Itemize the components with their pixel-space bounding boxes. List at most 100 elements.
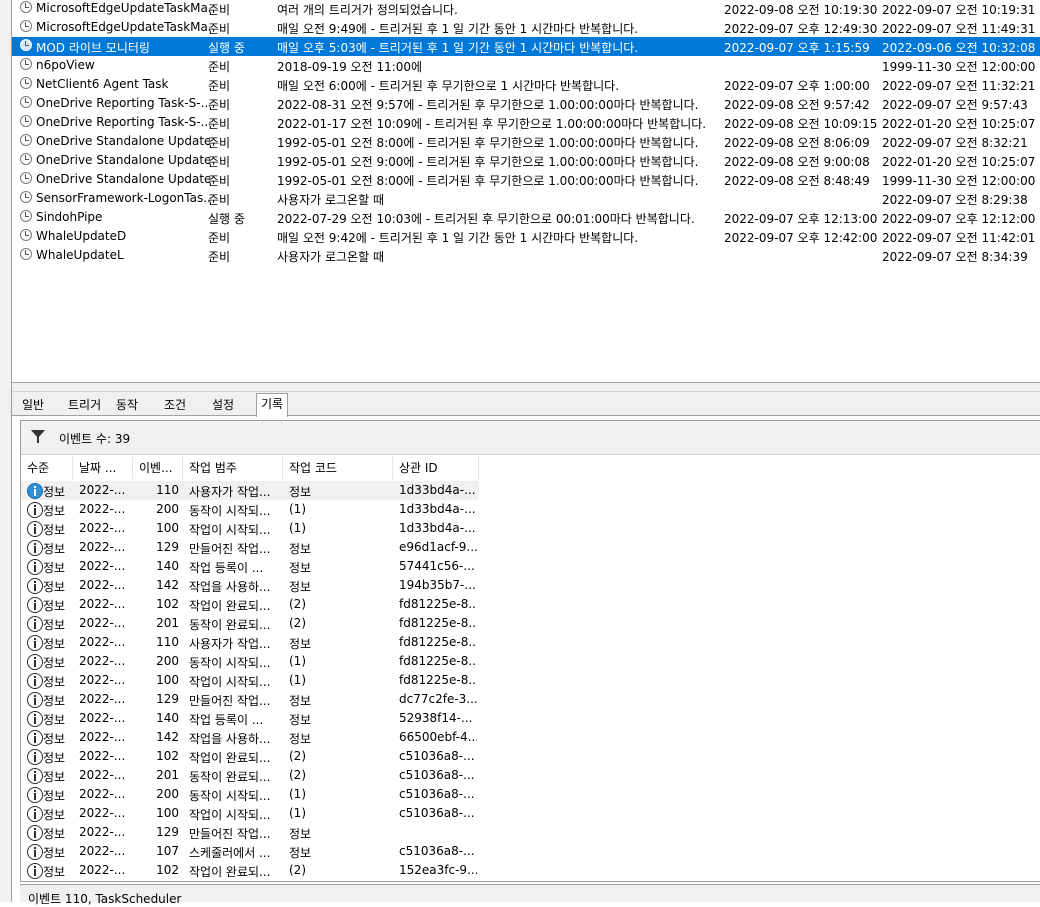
task-next-run: 2022-09-07 오후 12:42:00	[724, 231, 878, 245]
info-icon	[27, 578, 43, 594]
tab-1[interactable]: 트리거	[64, 395, 105, 415]
task-row[interactable]: OneDrive Standalone Update... 준비 1992-05-0…	[12, 170, 1040, 189]
task-last-run: 2022-09-07 오전 8:32:21	[882, 136, 1028, 150]
event-category: 작업이 완료되...	[189, 865, 271, 879]
event-category: 작업이 시작되...	[189, 523, 271, 537]
task-next-run: 2022-09-08 오전 8:48:49	[724, 174, 870, 188]
task-row[interactable]: WhaleUpdateL 준비 사용자가 로그온할 때 2022-09-07 오전 8…	[12, 246, 1040, 265]
table-row[interactable]: 정보 2022-... 200 동작이 시작되... (1) 1d33bd4a-...	[21, 500, 479, 519]
tab-4[interactable]: 설정	[208, 395, 238, 415]
event-level: 정보	[43, 827, 66, 841]
event-opcode: 정보	[289, 542, 312, 556]
task-trigger: 매일 오전 9:42에 - 트리거된 후 1 일 기간 동안 1 시간마다 반복…	[277, 231, 639, 245]
task-clock-icon	[20, 1, 32, 13]
table-row[interactable]: 정보 2022-... 129 만들어진 작업... 정보 e96d1acf-9...	[21, 538, 479, 557]
column-header[interactable]: 상관 ID	[393, 457, 479, 479]
task-trigger: 매일 오후 5:03에 - 트리거된 후 1 일 기간 동안 1 시간마다 반복…	[277, 41, 639, 55]
event-date: 2022-...	[79, 483, 126, 497]
table-row[interactable]: 정보 2022-... 100 작업이 시작되... (1) c51036a8-...	[21, 804, 479, 823]
task-trigger: 1992-05-01 오전 8:00에 - 트리거된 후 무기한으로 1.00:…	[277, 136, 699, 150]
table-row[interactable]: 정보 2022-... 110 사용자가 작업... 정보 1d33bd4a-...	[21, 481, 479, 500]
column-header[interactable]: 작업 범주	[183, 457, 283, 479]
event-opcode: (2)	[289, 768, 306, 782]
event-id: 100	[156, 673, 179, 687]
left-border	[0, 0, 12, 902]
info-icon	[27, 673, 43, 689]
splitter[interactable]	[12, 382, 1040, 392]
column-header[interactable]: 이벤...	[133, 457, 183, 479]
task-last-run: 2022-01-20 오전 10:25:07	[882, 117, 1036, 131]
table-row[interactable]: 정보 2022-... 201 동작이 완료되... (2) c51036a8-...	[21, 766, 479, 785]
event-level: 정보	[43, 789, 66, 803]
table-row[interactable]: 정보 2022-... 102 작업이 완료되... (2) 152ea3fc-9...	[21, 861, 479, 880]
task-row[interactable]: OneDrive Standalone Update... 준비 1992-05-0…	[12, 132, 1040, 151]
task-last-run: 2022-09-07 오전 11:42:01	[882, 231, 1036, 245]
table-row[interactable]: 정보 2022-... 142 작업을 사용하... 정보 194b35b7-...	[21, 576, 479, 595]
table-row[interactable]: 정보 2022-... 140 작업 등록이 ... 정보 57441c56-...	[21, 557, 479, 576]
event-category: 만들어진 작업...	[189, 542, 271, 556]
task-trigger: 여러 개의 트리거가 정의되었습니다.	[277, 3, 458, 17]
event-id: 200	[156, 502, 179, 516]
task-next-run: 2022-09-07 오후 1:00:00	[724, 79, 870, 93]
tab-3[interactable]: 조건	[160, 395, 190, 415]
table-row[interactable]: 정보 2022-... 100 작업이 시작되... (1) fd81225e-8...	[21, 671, 479, 690]
task-status: 준비	[208, 174, 231, 188]
task-name: MicrosoftEdgeUpdateTaskMa...	[36, 20, 210, 34]
table-row[interactable]: 정보 2022-... 110 사용자가 작업... 정보 fd81225e-8...	[21, 633, 479, 652]
tab-0[interactable]: 일반	[18, 395, 48, 415]
task-clock-icon	[20, 134, 32, 146]
task-row[interactable]: MicrosoftEdgeUpdateTaskMa... 준비 여러 개의 트리거가…	[12, 0, 1040, 18]
event-correlation: 1d33bd4a-...	[399, 483, 476, 497]
event-level: 정보	[43, 580, 66, 594]
filter-icon[interactable]	[31, 430, 45, 443]
task-row[interactable]: MicrosoftEdgeUpdateTaskMa... 준비 매일 오전 9:49…	[12, 18, 1040, 37]
task-row[interactable]: OneDrive Reporting Task-S-... 준비 2022-01-1…	[12, 113, 1040, 132]
event-level: 정보	[43, 637, 66, 651]
tab-5[interactable]: 기록	[256, 393, 289, 417]
task-row[interactable]: MOD 라이브 모니터링 실행 중 매일 오후 5:03에 - 트리거된 후 1 일…	[12, 37, 1040, 56]
task-row[interactable]: n6poView 준비 2018-09-19 오전 11:00에 1999-11-30…	[12, 56, 1040, 75]
table-row[interactable]: 정보 2022-... 129 만들어진 작업... 정보	[21, 823, 479, 842]
task-clock-icon	[20, 248, 32, 260]
event-opcode: 정보	[289, 732, 312, 746]
table-row[interactable]: 정보 2022-... 102 작업이 완료되... (2) c51036a8-...	[21, 747, 479, 766]
tab-2[interactable]: 동작	[112, 395, 142, 415]
table-row[interactable]: 정보 2022-... 200 동작이 시작되... (1) c51036a8-...	[21, 785, 479, 804]
event-category: 사용자가 작업...	[189, 637, 271, 651]
task-next-run: 2022-09-08 오전 8:06:09	[724, 136, 870, 150]
event-correlation: c51036a8-...	[399, 806, 475, 820]
table-row[interactable]: 정보 2022-... 129 만들어진 작업... 정보 dc77c2fe-3...	[21, 690, 479, 709]
info-icon	[27, 863, 43, 879]
table-row[interactable]: 정보 2022-... 201 동작이 완료되... (2) fd81225e-8...	[21, 614, 479, 633]
task-row[interactable]: SindohPipe 실행 중 2022-07-29 오전 10:03에 - 트리거…	[12, 208, 1040, 227]
task-trigger: 2022-08-31 오전 9:57에 - 트리거된 후 무기한으로 1.00:…	[277, 98, 699, 112]
event-correlation: dc77c2fe-3...	[399, 692, 477, 706]
table-row[interactable]: 정보 2022-... 102 작업이 완료되... (2) fd81225e-8...	[21, 595, 479, 614]
event-correlation: 152ea3fc-9...	[399, 863, 477, 877]
task-row[interactable]: NetClient6 Agent Task 준비 매일 오전 6:00에 - 트리거…	[12, 75, 1040, 94]
column-header[interactable]: 수준	[21, 457, 73, 479]
task-last-run: 2022-09-07 오후 12:12:00	[882, 212, 1036, 226]
info-icon	[27, 749, 43, 765]
table-row[interactable]: 정보 2022-... 107 스케줄러에서 ... 정보 c51036a8-...	[21, 842, 479, 861]
table-row[interactable]: 정보 2022-... 200 동작이 시작되... (1) fd81225e-8...	[21, 652, 479, 671]
table-row[interactable]: 정보 2022-... 142 작업을 사용하... 정보 66500ebf-4...	[21, 728, 479, 747]
event-category: 동작이 시작되...	[189, 656, 271, 670]
table-row[interactable]: 정보 2022-... 140 작업 등록이 ... 정보 52938f14-...	[21, 709, 479, 728]
table-row[interactable]: 정보 2022-... 100 작업이 시작되... (1) 1d33bd4a-...	[21, 519, 479, 538]
event-date: 2022-...	[79, 730, 126, 744]
event-correlation: 194b35b7-...	[399, 578, 476, 592]
task-row[interactable]: OneDrive Reporting Task-S-... 준비 2022-08-3…	[12, 94, 1040, 113]
task-row[interactable]: SensorFramework-LogonTas... 준비 사용자가 로그온할 때…	[12, 189, 1040, 208]
task-clock-icon	[20, 39, 32, 51]
task-row[interactable]: OneDrive Standalone Update... 준비 1992-05-0…	[12, 151, 1040, 170]
column-header[interactable]: 작업 코드	[283, 457, 393, 479]
task-status: 실행 중	[208, 41, 245, 55]
event-category: 동작이 시작되...	[189, 504, 271, 518]
status-bar: 이벤트 110, TaskScheduler	[20, 884, 1040, 906]
event-date: 2022-...	[79, 844, 126, 858]
task-list[interactable]: MicrosoftEdgeUpdateTaskMa... 준비 여러 개의 트리거가…	[12, 0, 1040, 382]
column-header[interactable]: 날짜 ...	[73, 457, 133, 479]
event-id: 102	[156, 863, 179, 877]
task-row[interactable]: WhaleUpdateD 준비 매일 오전 9:42에 - 트리거된 후 1 일 기…	[12, 227, 1040, 246]
